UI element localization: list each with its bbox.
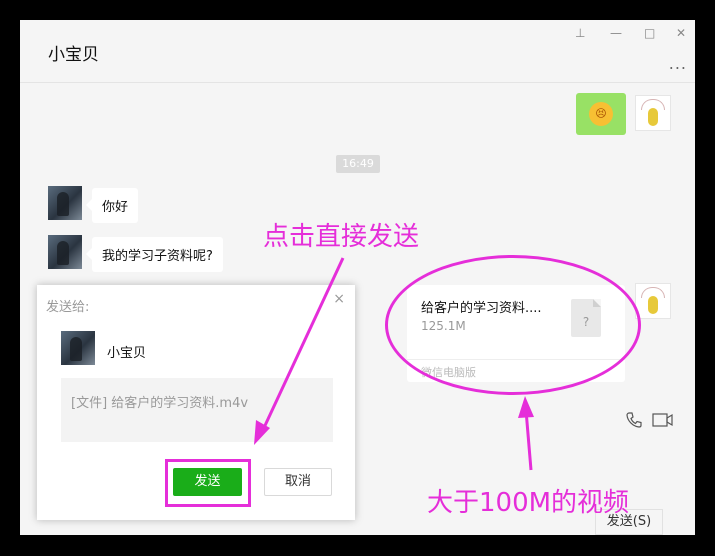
arrow-to-file-head: [518, 396, 534, 418]
annotation-arrows: [254, 257, 534, 471]
arrow-to-send-head: [254, 420, 270, 445]
arrow-to-send-line: [260, 257, 345, 433]
arrow-to-file-line: [524, 409, 533, 471]
